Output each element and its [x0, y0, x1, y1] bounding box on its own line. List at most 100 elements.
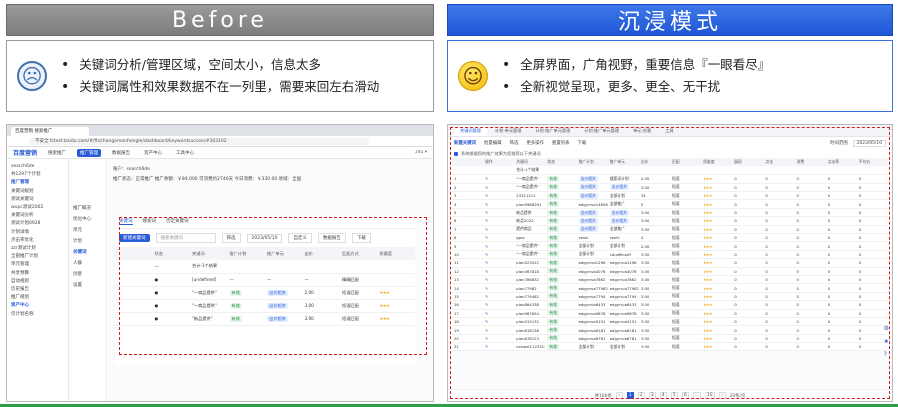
- section-nav-item[interactable]: 推广概况: [73, 203, 102, 214]
- table-row[interactable]: 8 ✎ gpsc 有效 ceshi ceshi 4 短语 ★★★ 0 0 0 0 0: [452, 233, 888, 243]
- page-number[interactable]: 2: [637, 392, 645, 399]
- edit-icon[interactable]: ✎: [485, 260, 488, 265]
- table-row[interactable]: 20 ✎ plan878123 有效 edgyrrua8781 edgyrrua8781 3…: [452, 334, 888, 344]
- edit-icon[interactable]: ✎: [485, 319, 488, 324]
- immersive-tab[interactable]: 计划·推广单元管理: [529, 126, 576, 136]
- keyword-tab[interactable]: 否定关键词: [166, 218, 189, 225]
- sidebar-item[interactable]: 计划详情: [11, 229, 64, 237]
- column-header[interactable]: [452, 158, 484, 167]
- edit-icon[interactable]: ✎: [485, 252, 488, 257]
- table-row[interactable]: 合计-1个结果: [452, 166, 888, 176]
- edit-icon[interactable]: ✎: [485, 193, 488, 198]
- keyword-tab[interactable]: 关键词: [119, 218, 133, 225]
- floating-tool-icon[interactable]: ⚙: [884, 325, 889, 332]
- edit-icon[interactable]: ✎: [485, 202, 488, 207]
- table-row[interactable]: 16 ✎ plan864338 有效 edgyrrua6433 edgyrrua6433 3…: [452, 300, 888, 310]
- sidebar-item[interactable]: 全部推广计划: [11, 253, 64, 261]
- edit-icon[interactable]: ✎: [485, 244, 488, 249]
- edit-icon[interactable]: ✎: [485, 235, 488, 240]
- page-number[interactable]: 6: [681, 392, 689, 399]
- user-menu[interactable]: zdu ▾: [415, 150, 427, 155]
- download-button[interactable]: 下载: [351, 233, 371, 243]
- page-size-select[interactable]: 20条/页: [730, 393, 746, 399]
- column-header[interactable]: 消费: [794, 158, 826, 167]
- sidebar-item[interactable]: 测试关键词: [11, 196, 64, 204]
- edit-icon[interactable]: ✎: [485, 328, 488, 333]
- sidebar-item[interactable]: 单元管理: [11, 261, 64, 269]
- edit-icon[interactable]: ✎: [485, 185, 488, 190]
- toolbar-item[interactable]: 更多操作: [526, 140, 544, 146]
- sidebar-item[interactable]: 自动规则: [11, 278, 64, 286]
- page-number[interactable]: 4: [659, 392, 667, 399]
- table-row[interactable]: 21 ✎ cenwei1123313 有效 全部计划 全部计划 3.00 短语 ★★★ 0 0 0 0 0: [452, 342, 888, 352]
- section-nav-item[interactable]: 关键词: [73, 247, 102, 258]
- table-row[interactable]: 1 ✎ "一商品提供" 有效 出价相关 搜索词计划 2.00 短语 ★★★ 0 0 0 0 0: [452, 174, 888, 184]
- immersive-tab[interactable]: 单元·创意: [627, 126, 657, 136]
- table-row[interactable]: ● "新品提供" 有效 出价相关 3.00 短语匹配 ★★★: [115, 312, 415, 326]
- table-row[interactable]: 18 ✎ plan515132 有效 edgyrrua5151 edgyrrua5151 3…: [452, 317, 888, 327]
- sidebar-item[interactable]: 资产中心: [11, 302, 64, 310]
- nav-item[interactable]: 资产中心: [141, 149, 165, 157]
- sidebar-item[interactable]: 推广规划: [11, 294, 64, 302]
- date-picker[interactable]: 2023/05/10: [246, 233, 283, 243]
- edit-icon[interactable]: ✎: [485, 218, 488, 223]
- column-header[interactable]: 状态: [152, 247, 190, 260]
- toolbar-item[interactable]: 重置列表: [552, 140, 570, 146]
- toolbar-item[interactable]: 筛选: [510, 140, 519, 146]
- table-row[interactable]: — 合计-1个结果: [115, 260, 415, 274]
- next-page-icon[interactable]: ›: [718, 392, 726, 399]
- table-row[interactable]: 17 ✎ plan987654 有效 edgyrrua9876 edgyrrua9876 3…: [452, 309, 888, 318]
- toolbar-item[interactable]: 批量编辑: [484, 140, 502, 146]
- section-nav-item[interactable]: 优化中心: [73, 214, 102, 225]
- custom-button[interactable]: 自定义: [288, 233, 312, 243]
- section-nav-item[interactable]: 人群: [73, 258, 102, 269]
- column-header[interactable]: 推广计划: [227, 247, 265, 260]
- sidebar-item[interactable]: zzr测试计划: [11, 245, 64, 253]
- column-header[interactable]: 点击: [763, 158, 795, 167]
- sidebar-item[interactable]: 共享预算: [11, 270, 64, 278]
- column-header[interactable]: 质量度: [377, 247, 415, 260]
- sidebar-item[interactable]: wupc测试2002: [11, 204, 64, 212]
- edit-icon[interactable]: ✎: [485, 311, 488, 316]
- toolbar-item[interactable]: 下载: [578, 140, 587, 146]
- column-header[interactable]: 匹配方式: [340, 247, 378, 260]
- edit-icon[interactable]: ✎: [485, 286, 488, 291]
- url-input[interactable]: 不安全 fctest.baidu.com/#/fh/changemanhengl…: [29, 137, 369, 145]
- column-header[interactable]: 关键词: [190, 247, 228, 260]
- sidebar-item[interactable]: 历史报告: [11, 286, 64, 294]
- table-row[interactable]: ● [undefined] — — — 精确匹配: [115, 273, 415, 287]
- table-row[interactable]: 19 ✎ plan618138 有效 edgyrrua6181 edgyrrua6181 3…: [452, 325, 888, 335]
- edit-icon[interactable]: ✎: [485, 210, 488, 215]
- edit-icon[interactable]: ✎: [485, 277, 488, 282]
- edit-icon[interactable]: ✎: [485, 269, 488, 274]
- report-button[interactable]: 数据报告: [317, 233, 346, 243]
- sidebar-item[interactable]: 点击率优化: [11, 237, 64, 245]
- table-row[interactable]: 11 ✎ plan523022 有效 edgyrrua1296 edgyrrua1296 3…: [452, 258, 888, 268]
- edit-icon[interactable]: ✎: [485, 336, 488, 341]
- table-row[interactable]: 14 ✎ plan77982 有效 edgyrrua77982 edgyrrua77982…: [452, 283, 888, 293]
- table-row[interactable]: 12 ✎ plan467818 有效 edgyrrua4076 edgyrrua4076 3…: [452, 267, 888, 276]
- floating-tool-icon[interactable]: ?: [884, 351, 889, 358]
- nav-item[interactable]: 工具中心: [173, 149, 197, 157]
- page-number[interactable]: 10: [704, 392, 715, 399]
- add-keyword-button[interactable]: 新建关键词: [454, 140, 476, 146]
- column-header[interactable]: 展现: [732, 158, 764, 167]
- section-nav-item[interactable]: 单元: [73, 225, 102, 236]
- sidebar-item[interactable]: 共1297个计划: [11, 171, 64, 179]
- page-number[interactable]: 5: [670, 392, 678, 399]
- filter-button[interactable]: 筛选: [221, 233, 241, 243]
- table-row[interactable]: 15 ✎ plan779482 有效 edgyrrua7794 edgyrrua7794 3…: [452, 292, 888, 302]
- column-header[interactable]: 匹配: [669, 158, 702, 167]
- column-header[interactable]: [115, 247, 153, 260]
- table-row[interactable]: 5 ✎ 新品提供 有效 出价相关 出价相关 3.00 短语 ★★★ 0 0 0 0 0: [452, 208, 888, 218]
- table-row[interactable]: 4 ✎ plan9988261 有效 edgyrrua14856 全部推广 5 短语 ★★★ 0 0…: [452, 199, 888, 209]
- immersive-tab[interactable]: 计划·单元管理: [489, 126, 527, 136]
- column-header[interactable]: 操作: [483, 158, 515, 167]
- page-number[interactable]: ...: [692, 392, 701, 399]
- immersive-tab[interactable]: 计划·推广单元管理: [578, 126, 625, 136]
- sidebar-item[interactable]: search6de: [11, 163, 64, 171]
- table-row[interactable]: 9 ✎ "一商品提供" 有效 全部计划 全部计划 2.00 短语 ★★★ 0 0 0 0 0: [452, 241, 888, 251]
- column-header[interactable]: 质量度: [701, 158, 733, 167]
- column-header[interactable]: 出价: [302, 247, 340, 260]
- section-nav-item[interactable]: 设置: [73, 280, 102, 291]
